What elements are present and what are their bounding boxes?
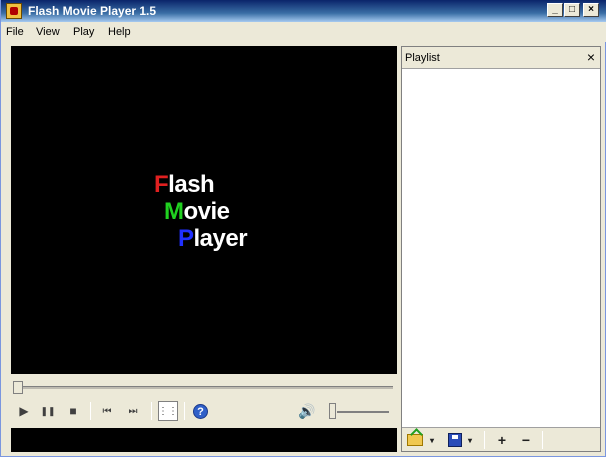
volume-slider[interactable]: [329, 403, 336, 419]
close-button[interactable]: ×: [583, 3, 599, 17]
separator: [484, 431, 485, 449]
logo-line-player: Player: [178, 225, 248, 252]
menu-file[interactable]: File: [6, 26, 24, 38]
app-icon[interactable]: [6, 3, 22, 19]
menu-view[interactable]: View: [36, 26, 60, 38]
separator: [542, 431, 543, 449]
open-folder-icon[interactable]: [406, 431, 424, 449]
video-area[interactable]: Flash Movie Player: [11, 46, 397, 374]
open-dropdown-icon[interactable]: ▾: [430, 431, 434, 449]
separator: [184, 402, 185, 420]
volume-track[interactable]: [337, 411, 389, 413]
save-icon[interactable]: [446, 431, 464, 449]
save-dropdown-icon[interactable]: ▾: [468, 431, 472, 449]
separator: [90, 402, 91, 420]
playback-controls: ▶ ❚❚ ■ ⏮ ⏭ ⋮⋮ ? 🔊: [11, 398, 397, 424]
stop-icon[interactable]: ■: [64, 402, 82, 420]
pause-icon[interactable]: ❚❚: [39, 402, 57, 420]
next-icon[interactable]: ⏭: [124, 402, 142, 420]
playlist-toolbar: ▾ ▾ + −: [402, 427, 600, 451]
playlist-header: Playlist ×: [402, 47, 600, 69]
separator: [151, 402, 152, 420]
window-title: Flash Movie Player 1.5: [28, 4, 157, 18]
app-window: Flash Movie Player 1.5 _ □ × File View P…: [0, 0, 606, 457]
logo-rest-movie: ovie: [183, 198, 231, 225]
add-icon[interactable]: +: [494, 431, 510, 449]
playlist-title: Playlist: [405, 52, 440, 64]
title-bar[interactable]: Flash Movie Player 1.5 _ □ ×: [1, 0, 606, 22]
menu-help[interactable]: Help: [108, 26, 131, 38]
maximize-button[interactable]: □: [564, 3, 580, 17]
logo-initial-p: P: [178, 225, 194, 252]
playlist-panel: Playlist × ▾ ▾ + −: [401, 46, 601, 452]
logo-line-movie: Movie: [164, 199, 230, 225]
playlist-toggle-icon[interactable]: ⋮⋮: [158, 401, 178, 421]
logo-rest-flash: lash: [168, 171, 215, 198]
seek-thumb[interactable]: [13, 381, 23, 394]
help-icon[interactable]: ?: [193, 404, 208, 419]
minimize-button[interactable]: _: [547, 3, 563, 17]
logo-line-flash: Flash: [154, 171, 215, 198]
logo-rest-player: layer: [193, 225, 248, 252]
seek-bar[interactable]: [11, 376, 397, 396]
play-icon[interactable]: ▶: [15, 402, 33, 420]
seek-track[interactable]: [15, 386, 393, 389]
playlist-list[interactable]: [402, 69, 600, 423]
menu-play[interactable]: Play: [73, 26, 94, 38]
remove-icon[interactable]: −: [518, 431, 534, 449]
logo-initial-m: M: [164, 198, 184, 225]
playlist-close-icon[interactable]: ×: [587, 49, 595, 65]
logo-initial-f: F: [154, 171, 169, 198]
volume-icon[interactable]: 🔊: [298, 402, 316, 420]
menu-bar: File View Play Help: [1, 22, 606, 42]
status-bar: [11, 428, 397, 452]
previous-icon[interactable]: ⏮: [98, 402, 116, 420]
